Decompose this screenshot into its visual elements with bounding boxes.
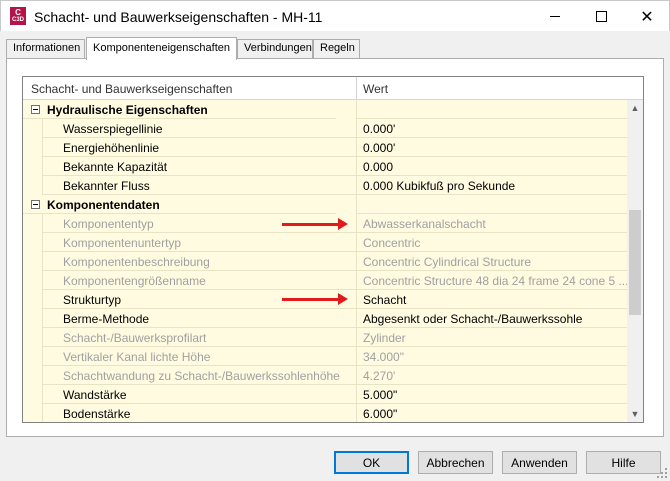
group-komponentendaten[interactable]: Komponentendaten: [23, 195, 627, 214]
property-value[interactable]: 0.000': [356, 119, 627, 138]
property-value[interactable]: 6.000": [356, 404, 627, 422]
minimize-icon: [550, 16, 560, 17]
property-row: Komponentengrößenname Concentric Structu…: [23, 271, 627, 290]
red-arrow-annotation: [282, 293, 348, 305]
property-name: Bekannte Kapazität: [43, 157, 356, 176]
property-value[interactable]: 5.000": [356, 385, 627, 404]
property-row[interactable]: Berme-Methode Abgesenkt oder Schacht-/Ba…: [23, 309, 627, 328]
property-value: Zylinder: [356, 328, 627, 347]
property-row: Schachtwandung zu Schacht-/Bauwerkssohle…: [23, 366, 627, 385]
tab-regeln[interactable]: Regeln: [313, 39, 360, 59]
row-gutter: [23, 271, 43, 290]
property-value[interactable]: 0.000 Kubikfuß pro Sekunde: [356, 176, 627, 195]
property-name: Bekannter Fluss: [43, 176, 356, 195]
property-row: Komponentenbeschreibung Concentric Cylin…: [23, 252, 627, 271]
tab-informationen[interactable]: Informationen: [6, 39, 85, 59]
group-value-cell: [356, 195, 627, 214]
grid-header: Schacht- und Bauwerkseigenschaften Wert: [23, 77, 643, 100]
property-value[interactable]: Schacht: [356, 290, 627, 309]
property-value: 34.000": [356, 347, 627, 366]
group-value-cell: [356, 100, 627, 119]
row-gutter: [23, 176, 43, 195]
tab-verbindungen[interactable]: Verbindungen: [237, 39, 313, 59]
group-label: Hydraulische Eigenschaften: [23, 100, 336, 119]
civil3d-app-icon: C C3D: [10, 7, 26, 25]
maximize-icon: [595, 11, 607, 22]
scroll-thumb[interactable]: [629, 210, 641, 315]
maximize-button[interactable]: [578, 1, 624, 32]
row-gutter: [23, 328, 43, 347]
property-name: Komponentengrößenname: [43, 271, 356, 290]
property-row: Schacht-/Bauwerksprofilart Zylinder: [23, 328, 627, 347]
property-value: Concentric: [356, 233, 627, 252]
minimize-button[interactable]: [532, 1, 578, 32]
close-button[interactable]: ✕: [624, 1, 670, 32]
red-arrow-annotation: [282, 218, 348, 230]
row-gutter: [23, 385, 43, 404]
row-gutter: [23, 138, 43, 157]
group-hydraulische-eigenschaften[interactable]: Hydraulische Eigenschaften: [23, 100, 627, 119]
property-name: Schacht-/Bauwerksprofilart: [43, 328, 356, 347]
row-gutter: [23, 347, 43, 366]
property-name: Komponentenbeschreibung: [43, 252, 356, 271]
property-value: 4.270': [356, 366, 627, 385]
cancel-button[interactable]: Abbrechen: [418, 451, 493, 474]
title-bar: C C3D Schacht- und Bauwerkseigenschaften …: [0, 0, 670, 31]
property-name: Wasserspiegellinie: [43, 119, 356, 138]
grid-rows: Hydraulische Eigenschaften Wasserspiegel…: [23, 100, 627, 422]
close-icon: ✕: [640, 8, 654, 26]
property-row[interactable]: Bekannte Kapazität 0.000: [23, 157, 627, 176]
property-row: Vertikaler Kanal lichte Höhe 34.000": [23, 347, 627, 366]
row-gutter: [23, 290, 43, 309]
window-title: Schacht- und Bauwerkseigenschaften - MH-…: [34, 9, 323, 25]
row-gutter: [23, 214, 43, 233]
property-value: Concentric Structure 48 dia 24 frame 24 …: [356, 271, 627, 290]
property-value[interactable]: Abgesenkt oder Schacht-/Bauwerkssohle: [356, 309, 627, 328]
row-gutter: [23, 309, 43, 328]
property-value[interactable]: 0.000: [356, 157, 627, 176]
column-divider[interactable]: [356, 77, 357, 100]
property-row: Komponentenuntertyp Concentric: [23, 233, 627, 252]
property-name: Wandstärke: [43, 385, 356, 404]
property-name: Komponentenuntertyp: [43, 233, 356, 252]
row-gutter: [23, 404, 43, 422]
property-name: Berme-Methode: [43, 309, 356, 328]
vertical-scrollbar[interactable]: ▲ ▼: [627, 100, 643, 422]
property-row[interactable]: Bekannter Fluss 0.000 Kubikfuß pro Sekun…: [23, 176, 627, 195]
row-gutter: [23, 233, 43, 252]
property-row[interactable]: Bodenstärke 6.000": [23, 404, 627, 422]
help-button[interactable]: Hilfe: [586, 451, 661, 474]
property-grid: Schacht- und Bauwerkseigenschaften Wert …: [22, 76, 644, 423]
ok-button[interactable]: OK: [334, 451, 409, 474]
column-header-property[interactable]: Schacht- und Bauwerkseigenschaften: [31, 82, 232, 96]
group-label: Komponentendaten: [23, 195, 336, 214]
row-gutter: [23, 252, 43, 271]
column-header-value[interactable]: Wert: [363, 82, 388, 96]
property-row[interactable]: Energiehöhenlinie 0.000': [23, 138, 627, 157]
row-gutter: [23, 119, 43, 138]
resize-grip-icon[interactable]: [657, 468, 667, 478]
property-name: Schachtwandung zu Schacht-/Bauwerkssohle…: [43, 366, 356, 385]
scroll-down-icon[interactable]: ▼: [627, 406, 643, 422]
property-name: Energiehöhenlinie: [43, 138, 356, 157]
scroll-up-icon[interactable]: ▲: [627, 100, 643, 116]
property-name: Vertikaler Kanal lichte Höhe: [43, 347, 356, 366]
property-row[interactable]: Wandstärke 5.000": [23, 385, 627, 404]
property-name: Bodenstärke: [43, 404, 356, 422]
property-value[interactable]: 0.000': [356, 138, 627, 157]
row-gutter: [23, 157, 43, 176]
apply-button[interactable]: Anwenden: [502, 451, 577, 474]
property-row[interactable]: Wasserspiegellinie 0.000': [23, 119, 627, 138]
row-gutter: [23, 366, 43, 385]
tab-komponenteneigenschaften[interactable]: Komponenteneigenschaften: [86, 37, 237, 60]
property-value: Abwasserkanalschacht: [356, 214, 627, 233]
property-value: Concentric Cylindrical Structure: [356, 252, 627, 271]
